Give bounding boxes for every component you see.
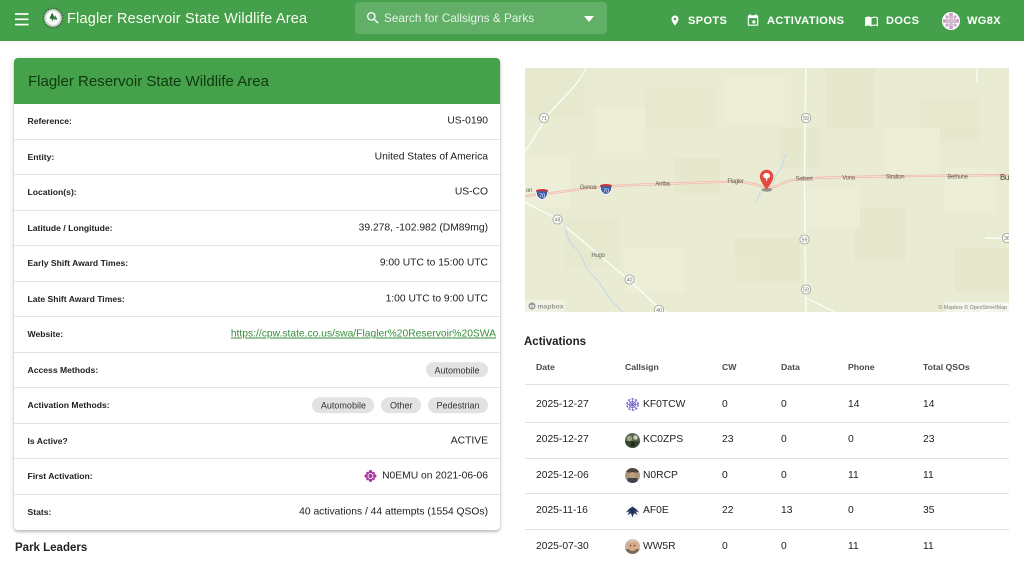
svg-text:36: 36 [1004,236,1009,242]
svg-text:Flagler: Flagler [727,179,744,185]
svg-text:40: 40 [656,308,662,312]
svg-text:Arriba: Arriba [655,182,670,188]
svg-text:Seibert: Seibert [796,177,814,183]
svg-text:59: 59 [802,238,808,244]
svg-text:Bur: Bur [1000,173,1009,182]
svg-text:Vona: Vona [842,176,855,182]
svg-text:Genoa: Genoa [580,185,597,191]
svg-text:Stratton: Stratton [886,175,905,181]
svg-text:59: 59 [803,116,809,122]
svg-text:70: 70 [539,193,545,199]
svg-text:Bethune: Bethune [947,175,968,181]
svg-text:70: 70 [603,188,609,194]
svg-text:mapbox: mapbox [538,304,564,311]
svg-text:© Mapbox © OpenStreetMap: © Mapbox © OpenStreetMap [939,304,1008,311]
svg-text:Hugo: Hugo [591,253,605,259]
svg-text:m: m [530,304,535,310]
svg-text:48: 48 [555,218,561,224]
svg-text:on: on [526,188,532,194]
svg-text:59: 59 [803,288,809,294]
svg-text:71: 71 [541,116,547,122]
svg-text:40: 40 [627,278,633,284]
